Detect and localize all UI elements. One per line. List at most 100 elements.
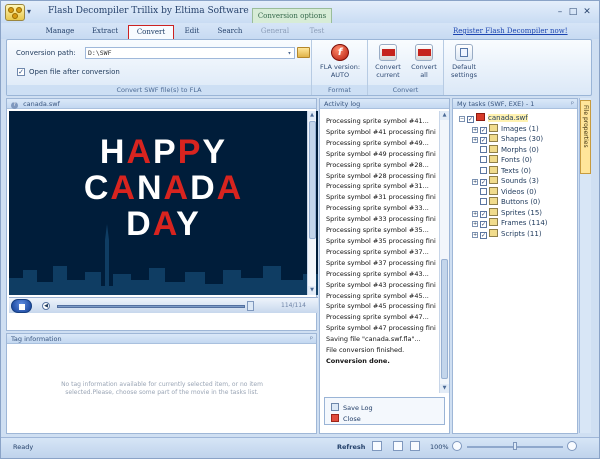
open-file-checkbox[interactable]: ✓ xyxy=(17,68,25,76)
file-properties-tab[interactable]: File properties xyxy=(580,100,591,174)
tree-item-images[interactable]: + ✓ Images (1) xyxy=(472,124,539,134)
expand-icon[interactable]: + xyxy=(472,221,478,227)
timeline-track[interactable] xyxy=(57,305,245,308)
expand-icon[interactable]: + xyxy=(472,211,478,217)
tab-search[interactable]: Search xyxy=(213,25,247,39)
zoom-out-icon[interactable] xyxy=(452,441,462,451)
log-line-conversion-done: Conversion done. xyxy=(326,356,390,365)
save-icon xyxy=(331,403,339,411)
help-icon[interactable]: ? xyxy=(11,102,18,109)
convert-all-button[interactable]: Convert all xyxy=(407,44,441,79)
morphs-checkbox[interactable] xyxy=(480,146,487,153)
swf-preview-stage[interactable]: HAPPY CANADA DAY xyxy=(9,111,318,295)
register-link[interactable]: Register Flash Decompiler now! xyxy=(453,27,568,35)
tree-item-fonts[interactable]: Fonts (0) xyxy=(480,155,532,165)
zoom-slider-handle[interactable] xyxy=(513,442,517,450)
save-log-button[interactable]: Save Log xyxy=(331,403,373,412)
sounds-checkbox[interactable]: ✓ xyxy=(480,179,487,186)
log-vertical-scrollbar[interactable]: ▲ ▼ xyxy=(439,111,449,393)
fonts-checkbox[interactable] xyxy=(480,156,487,163)
frames-checkbox[interactable]: ✓ xyxy=(480,221,487,228)
scroll-up-icon[interactable]: ▲ xyxy=(308,111,316,120)
images-checkbox[interactable]: ✓ xyxy=(480,127,487,134)
log-line: Processing sprite symbol #47... xyxy=(326,313,429,322)
open-file-label: Open file after conversion xyxy=(29,68,120,76)
tree-item-morphs[interactable]: Morphs (0) xyxy=(480,145,539,155)
default-settings-button[interactable]: Default settings xyxy=(446,44,482,79)
tree-item-videos[interactable]: Videos (0) xyxy=(480,187,536,197)
collapse-icon[interactable]: − xyxy=(459,116,465,122)
side-panel: File properties xyxy=(579,98,591,433)
tree-item-shapes[interactable]: + ✓ Shapes (30) xyxy=(472,134,543,144)
preview-word-happy: HAPPY xyxy=(9,133,318,172)
letter: A xyxy=(126,133,154,171)
shapes-checkbox[interactable]: ✓ xyxy=(480,137,487,144)
tree-item-texts[interactable]: Texts (0) xyxy=(480,166,531,176)
texts-checkbox[interactable] xyxy=(480,167,487,174)
expand-icon[interactable]: + xyxy=(472,137,478,143)
stop-button[interactable] xyxy=(11,299,32,313)
texts-folder-icon xyxy=(489,166,498,174)
tree-item-scripts[interactable]: + ✓ Scripts (11) xyxy=(472,229,542,239)
convert-current-button[interactable]: Convert current xyxy=(371,44,405,79)
scripts-checkbox[interactable]: ✓ xyxy=(480,232,487,239)
activity-log-list: Processing sprite symbol #41... Sprite s… xyxy=(326,116,436,385)
swf-file-icon xyxy=(476,113,485,121)
app-window: ▾ Flash Decompiler Trillix by Eltima Sof… xyxy=(0,0,600,459)
pin-icon[interactable]: ᵖ xyxy=(571,99,574,109)
scroll-thumb[interactable] xyxy=(441,259,448,379)
folder-open-icon[interactable] xyxy=(297,47,310,58)
close-icon[interactable]: ✕ xyxy=(581,6,593,18)
log-line: Sprite symbol #41 processing finis xyxy=(326,127,436,136)
close-log-button[interactable]: Close xyxy=(331,414,361,423)
expand-icon[interactable]: + xyxy=(472,179,478,185)
scroll-up-icon[interactable]: ▲ xyxy=(440,111,449,120)
file-checkbox[interactable]: ✓ xyxy=(467,116,474,123)
videos-checkbox[interactable] xyxy=(480,188,487,195)
tree-item-sounds[interactable]: + ✓ Sounds (3) xyxy=(472,176,539,186)
maximize-icon[interactable]: □ xyxy=(567,6,579,18)
chevron-down-icon[interactable]: ▾ xyxy=(285,48,294,58)
scroll-down-icon[interactable]: ▼ xyxy=(440,384,449,393)
scripts-folder-icon xyxy=(489,229,498,237)
refresh-button[interactable]: Refresh xyxy=(337,443,365,451)
convert-group-label: Convert SWF file(s) to FLA xyxy=(7,85,311,95)
app-logo-icon[interactable] xyxy=(5,4,25,21)
conversion-path-input[interactable]: D:\SWF ▾ xyxy=(85,47,295,59)
timeline-slider-handle[interactable] xyxy=(247,301,254,311)
expand-icon[interactable]: + xyxy=(472,127,478,133)
convert-all-icon xyxy=(415,44,433,61)
fla-version-button[interactable]: f FLA version: AUTO xyxy=(314,44,366,79)
tab-general[interactable]: General xyxy=(255,25,295,39)
fit-icon[interactable] xyxy=(410,441,420,451)
minimize-icon[interactable]: – xyxy=(554,6,566,18)
tab-manage[interactable]: Manage xyxy=(39,25,81,39)
rewind-icon[interactable]: ◀ xyxy=(42,302,50,310)
tab-edit[interactable]: Edit xyxy=(177,25,207,39)
buttons-checkbox[interactable] xyxy=(480,198,487,205)
tab-test[interactable]: Test xyxy=(302,25,332,39)
scroll-down-icon[interactable]: ▼ xyxy=(308,286,316,295)
grid-icon[interactable] xyxy=(372,441,382,451)
zoom-level: 100% xyxy=(430,443,449,451)
tree-item-buttons[interactable]: Buttons (0) xyxy=(480,197,540,207)
context-tab-conversion-options[interactable]: Conversion options xyxy=(252,8,332,23)
expand-icon[interactable]: + xyxy=(472,232,478,238)
preview-word-canada: CANADA xyxy=(9,169,318,208)
pin-icon[interactable]: ᵖ xyxy=(310,334,313,344)
sprites-checkbox[interactable]: ✓ xyxy=(480,211,487,218)
tree-item-sprites[interactable]: + ✓ Sprites (15) xyxy=(472,208,542,218)
tree-item-file[interactable]: − ✓ canada.swf xyxy=(459,113,528,123)
frame-counter: 114/114 xyxy=(281,302,306,309)
preview-vertical-scrollbar[interactable]: ▲ ▼ xyxy=(307,111,316,295)
tab-extract[interactable]: Extract xyxy=(83,25,127,39)
title-bar: ▾ Flash Decompiler Trillix by Eltima Sof… xyxy=(1,1,599,23)
hand-icon[interactable] xyxy=(393,441,403,451)
fla-version-label: FLA version: xyxy=(319,63,361,71)
scroll-thumb[interactable] xyxy=(309,121,316,239)
zoom-in-icon[interactable] xyxy=(567,441,577,451)
tree-item-frames[interactable]: + ✓ Frames (114) xyxy=(472,218,548,228)
quick-access-dropdown-icon[interactable]: ▾ xyxy=(27,8,39,16)
log-line: Processing sprite symbol #49... xyxy=(326,138,429,147)
tab-convert[interactable]: Convert xyxy=(128,25,174,39)
